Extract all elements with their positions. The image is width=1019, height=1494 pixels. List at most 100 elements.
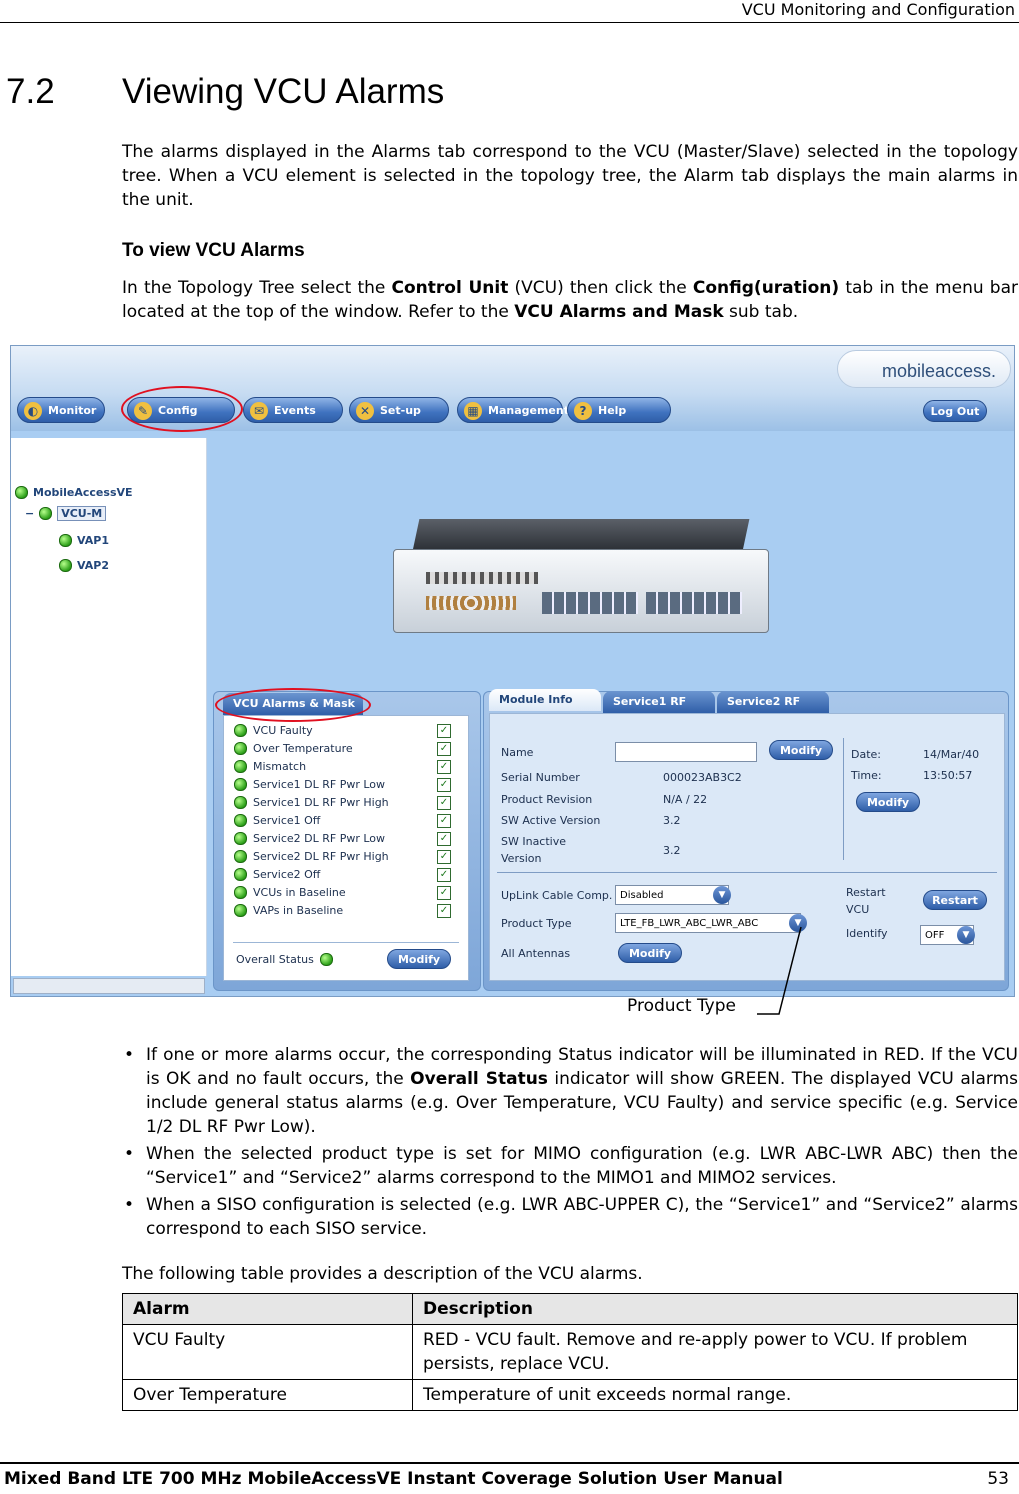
tab-service1-rf[interactable]: Service1 RF [603,691,715,713]
nav-label: Monitor [48,404,97,417]
tree-node-vap2[interactable]: VAP2 [59,559,109,572]
alarm-row: Service2 DL RF Pwr High [234,850,389,863]
alarm-label: VAPs in Baseline [253,904,344,917]
bullet-item: If one or more alarms occur, the corresp… [122,1043,1018,1139]
date-value: 14/Mar/40 [923,748,980,761]
mask-checkbox[interactable]: ✓ [437,886,451,900]
alarm-label: VCU Faulty [253,724,313,737]
alarm-label: Mismatch [253,760,307,773]
alarm-row: VAPs in Baseline [234,904,343,917]
tree-node-vap1[interactable]: VAP1 [59,534,109,547]
alarm-row: Service1 DL RF Pwr Low [234,778,385,791]
mask-checkbox[interactable]: ✓ [437,832,451,846]
alarms-modify-button[interactable]: Modify [387,949,451,969]
events-icon: ✉ [250,402,268,420]
antennas-modify-button[interactable]: Modify [618,943,682,963]
restart-label-2: VCU [846,903,870,916]
status-led [234,742,247,755]
cell-description: RED - VCU fault. Remove and re-apply pow… [412,1324,1018,1380]
tab-module-info[interactable]: Module Info [489,689,601,711]
time-label: Time: [851,769,882,782]
time-value: 13:50:57 [923,769,973,782]
name-field[interactable] [615,742,757,762]
nav-help[interactable]: ? Help [567,397,671,423]
uplink-select[interactable]: Disabled [615,885,729,905]
mask-checkbox[interactable]: ✓ [437,814,451,828]
cell-description: Temperature of unit exceeds normal range… [412,1379,1018,1411]
mask-checkbox[interactable]: ✓ [437,796,451,810]
serial-value: 000023AB3C2 [663,771,742,784]
chevron-down-icon[interactable]: ▼ [713,886,731,904]
status-led [234,814,247,827]
vcu-device-image [393,549,769,633]
mask-checkbox[interactable]: ✓ [437,742,451,756]
alarm-row: VCUs in Baseline [234,886,346,899]
tree-node-vcu[interactable]: − VCU-M [25,506,107,521]
nav-setup[interactable]: ✕ Set-up [349,397,449,423]
all-antennas-label: All Antennas [501,947,571,960]
product-type-label: Product Type [501,917,572,930]
collapse-icon[interactable]: − [25,507,34,520]
mask-checkbox[interactable]: ✓ [437,724,451,738]
mask-checkbox[interactable]: ✓ [437,760,451,774]
tree-label: VCU-M [57,506,107,521]
alarm-label: Service2 Off [253,868,321,881]
status-led [234,796,247,809]
time-modify-button[interactable]: Modify [856,792,920,812]
overall-status-label: Overall Status [236,953,314,966]
management-icon: ▦ [464,402,482,420]
table-intro: The following table provides a descripti… [122,1264,643,1284]
tree-scrollbar[interactable] [13,978,205,994]
alarms-tab-highlight-ring [215,688,371,722]
tab-service2-rf[interactable]: Service2 RF [717,691,829,713]
logout-button[interactable]: Log Out [923,400,987,422]
overall-status: Overall Status [236,953,333,966]
nav-label: Management [488,404,569,417]
tree-label: VAP1 [77,534,109,547]
bullet-item: When a SISO configuration is selected (e… [122,1193,1018,1241]
table-row: Over Temperature Temperature of unit exc… [122,1379,1018,1411]
cell-alarm: VCU Faulty [122,1324,413,1380]
status-led [234,886,247,899]
nav-label: Help [598,404,627,417]
alarm-row: Service1 Off [234,814,320,827]
chevron-down-icon[interactable]: ▼ [957,926,975,944]
intro-paragraph: The alarms displayed in the Alarms tab c… [122,142,1018,210]
restart-button[interactable]: Restart [923,890,987,910]
alarm-label: VCUs in Baseline [253,886,346,899]
status-led [39,507,53,520]
table-row: VCU Faulty RED - VCU fault. Remove and r… [122,1324,1018,1380]
table-header-row: Alarm Description [122,1293,1018,1325]
mask-checkbox[interactable]: ✓ [437,850,451,864]
nav-monitor[interactable]: ◐ Monitor [17,397,105,423]
mask-checkbox[interactable]: ✓ [437,904,451,918]
section-title: Viewing VCU Alarms [122,72,445,111]
mask-checkbox[interactable]: ✓ [437,868,451,882]
status-led [59,559,72,572]
nav-label: Events [274,404,316,417]
cell-alarm: Over Temperature [122,1379,413,1411]
alarm-row: Service2 Off [234,868,320,881]
product-type-select[interactable]: LTE_FB_LWR_ABC_LWR_ABC [615,913,801,933]
device-top [412,519,750,551]
mobileaccess-logo: mobileaccess. [837,350,1011,388]
procedure-paragraph: In the Topology Tree select the Control … [122,278,1018,322]
revision-label: Product Revision [501,793,593,806]
nav-label: Set-up [380,404,421,417]
help-icon: ? [574,402,592,420]
alarm-row: Mismatch [234,760,306,773]
mask-checkbox[interactable]: ✓ [437,778,451,792]
status-led [234,850,247,863]
name-label: Name [501,746,534,759]
alarm-label: Service1 DL RF Pwr High [253,796,389,809]
tree-label: VAP2 [77,559,109,572]
nav-events[interactable]: ✉ Events [243,397,343,423]
nav-management[interactable]: ▦ Management [457,397,569,423]
bullet-item: When the selected product type is set fo… [122,1142,1018,1190]
tree-node-root[interactable]: MobileAccessVE [15,486,133,499]
status-led [234,724,247,737]
alarm-label: Service1 Off [253,814,321,827]
setup-icon: ✕ [356,402,374,420]
chevron-down-icon[interactable]: ▼ [789,914,807,932]
name-modify-button[interactable]: Modify [769,740,833,760]
